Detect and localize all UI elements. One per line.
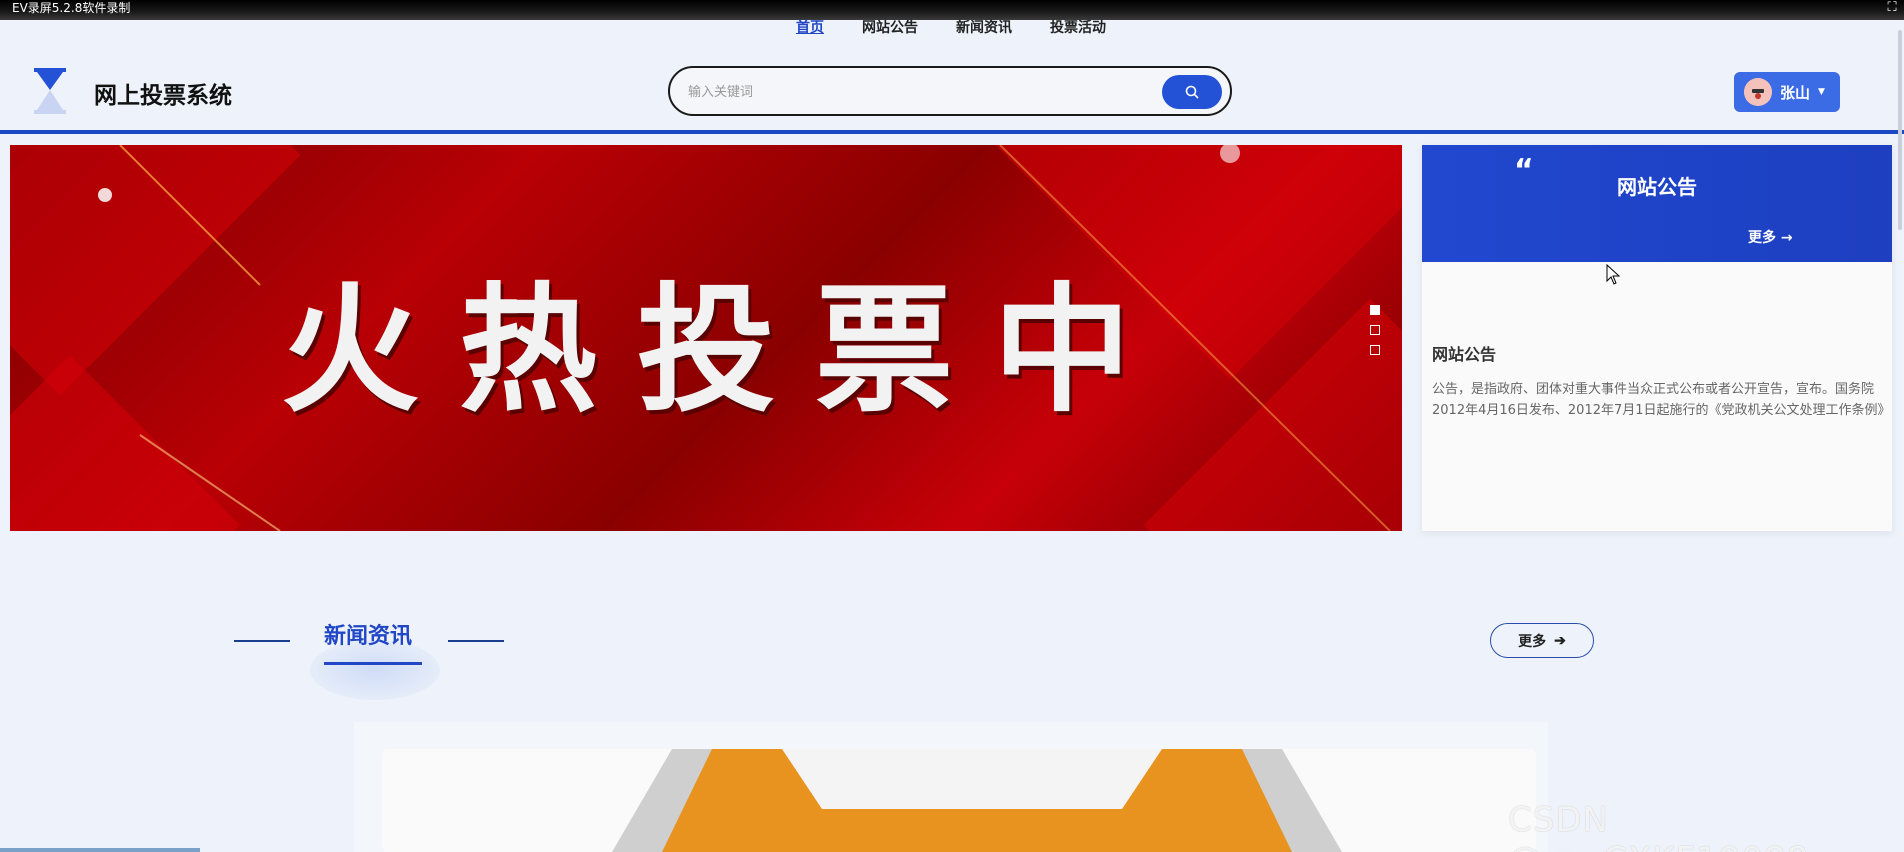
banner-headline: 火热投票中	[280, 268, 1171, 431]
notice-title: 网站公告	[1617, 175, 1697, 199]
news-more-button[interactable]: 更多 ➔	[1490, 623, 1594, 658]
notice-item-title[interactable]: 网站公告	[1432, 341, 1496, 365]
user-name: 张山	[1780, 83, 1811, 102]
carousel-dot[interactable]	[1370, 305, 1380, 315]
notice-header: “ 网站公告 更多 →	[1422, 145, 1892, 262]
avatar	[1744, 78, 1772, 106]
bottom-strip	[0, 848, 200, 852]
top-nav: 首页 网站公告 新闻资讯 投票活动	[796, 16, 1106, 40]
caret-down-icon: ▼	[1818, 87, 1825, 97]
fullscreen-exit-icon[interactable]: ⛶	[1884, 0, 1900, 16]
section-decor-line	[234, 640, 290, 642]
page-scrollbar[interactable]	[1898, 30, 1902, 230]
notice-card: “ 网站公告 更多 → 网站公告 公告，是指政府、团体对重大事件当众正式公布或者…	[1422, 145, 1892, 531]
section-title-underline	[324, 662, 422, 665]
arrow-right-icon: ➔	[1554, 632, 1566, 648]
search-icon	[1185, 85, 1199, 99]
notice-item-body: 公告，是指政府、团体对重大事件当众正式公布或者公开宣告，宣布。国务院2012年4…	[1432, 382, 1884, 418]
mouse-cursor-icon	[1606, 264, 1621, 285]
user-menu-button[interactable]: 张山 ▼	[1734, 72, 1840, 112]
site-header: 网上投票系统 张山 ▼	[0, 56, 1904, 128]
search-box	[668, 66, 1232, 116]
banner-carousel[interactable]: 火热投票中	[10, 145, 1402, 531]
search-button[interactable]	[1162, 75, 1222, 109]
carousel-dot[interactable]	[1370, 325, 1380, 335]
news-more-label: 更多	[1518, 632, 1547, 649]
header-divider	[0, 130, 1904, 134]
section-decor-line	[448, 640, 504, 642]
nav-item-notice[interactable]: 网站公告	[862, 16, 918, 40]
nav-item-home[interactable]: 首页	[796, 16, 824, 40]
section-title-news: 新闻资讯	[324, 624, 413, 649]
carousel-dots	[1370, 305, 1380, 355]
watermark-text: CSDN @vx_CXKF10088	[1508, 800, 1808, 852]
notice-more-link[interactable]: 更多 →	[1748, 227, 1793, 247]
news-thumbnail-image	[612, 749, 1342, 852]
nav-item-vote[interactable]: 投票活动	[1050, 16, 1106, 40]
news-card[interactable]	[382, 749, 1536, 852]
hourglass-icon	[28, 66, 72, 116]
search-input[interactable]	[688, 80, 1128, 104]
nav-item-news[interactable]: 新闻资讯	[956, 16, 1012, 40]
carousel-dot[interactable]	[1370, 345, 1380, 355]
site-title: 网上投票系统	[94, 83, 232, 109]
recorder-title: EV录屏5.2.8软件录制	[12, 1, 131, 15]
